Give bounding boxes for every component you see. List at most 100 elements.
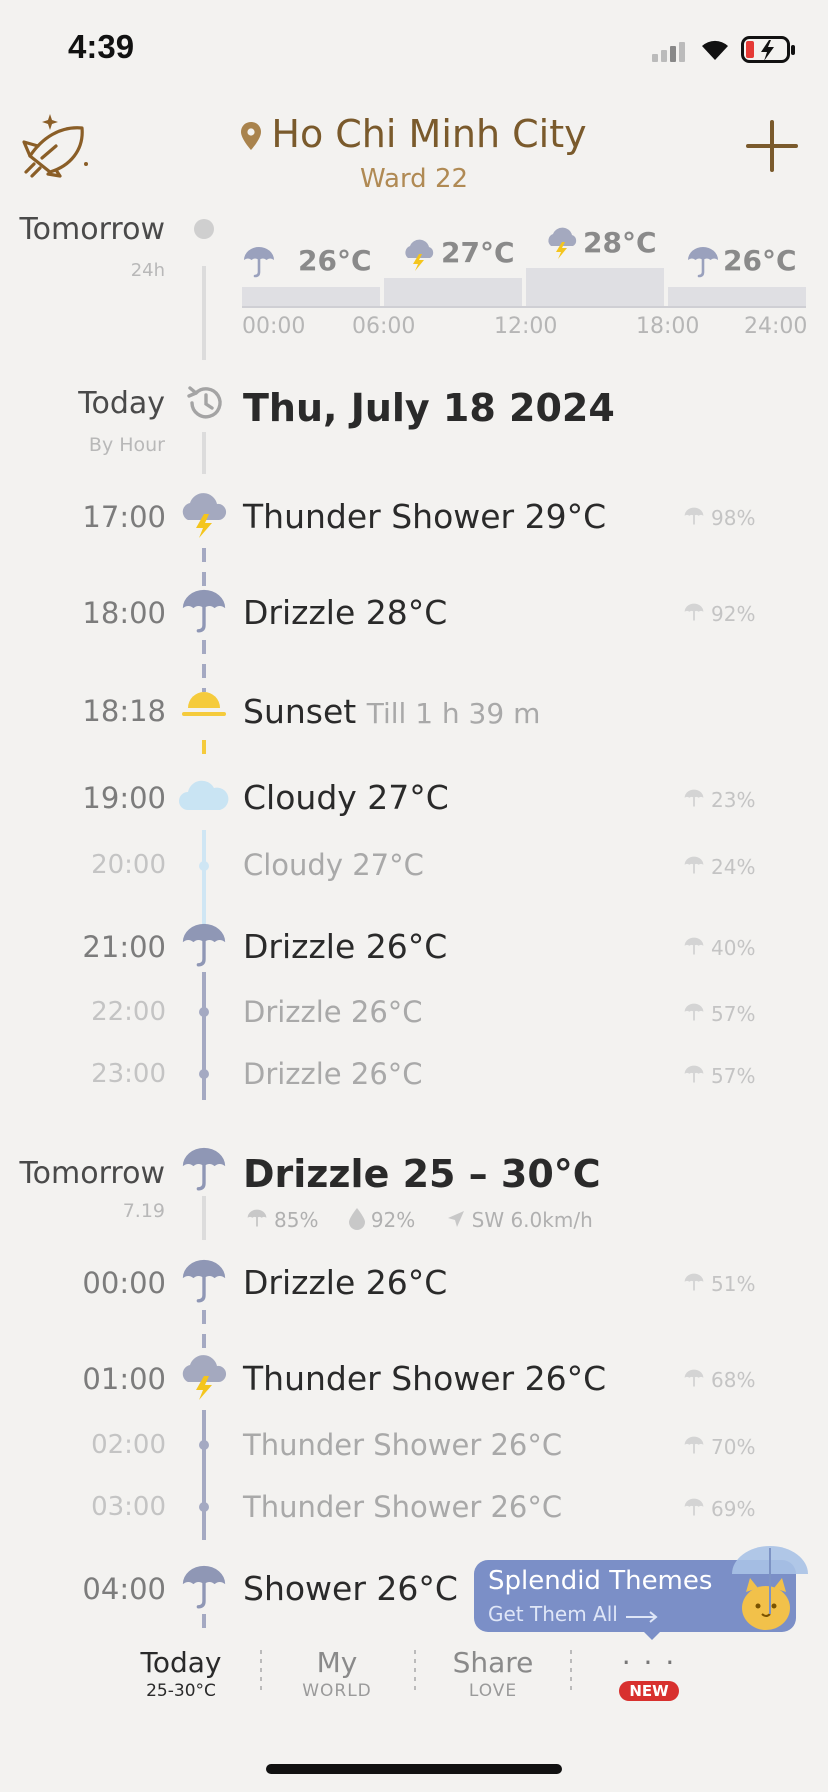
today-date: Thu, July 18 2024 [243, 386, 615, 430]
precip-chance: 98% [683, 506, 755, 532]
overview-temp-3: 28°C [583, 226, 657, 259]
signal-icon [652, 40, 692, 66]
sunset-icon [180, 690, 228, 724]
hour-time: 00:00 [82, 1266, 166, 1300]
axis-tick-3: 18:00 [636, 314, 700, 339]
nav-my-world[interactable]: My WORLD [262, 1646, 412, 1701]
umbrella-icon [683, 507, 705, 532]
hour-time: 19:00 [82, 781, 166, 815]
nav-today-label: Today [140, 1646, 222, 1679]
timeline-dot [199, 1502, 209, 1512]
home-indicator [266, 1764, 562, 1774]
precip-chance: 69% [683, 1497, 755, 1523]
hour-desc: Thunder Shower 29°C [243, 497, 607, 536]
hour-time: 03:00 [91, 1492, 166, 1522]
overview-temp-2: 27°C [441, 236, 515, 269]
timeline-dot [199, 861, 209, 871]
history-clock-icon[interactable] [184, 382, 226, 428]
nav-share-sub: LOVE [468, 1681, 518, 1701]
hour-time: 18:00 [82, 596, 166, 630]
hour-desc: Cloudy 27°C [243, 848, 424, 882]
cloudy-icon [178, 778, 230, 816]
hour-time: 21:00 [82, 930, 166, 964]
hour-time: 18:18 [82, 694, 166, 728]
hour-time: 20:00 [91, 850, 166, 880]
hour-desc: Drizzle 26°C [243, 1263, 448, 1302]
add-location-button[interactable] [746, 120, 798, 176]
wifi-icon [698, 36, 732, 66]
ward-label: Ward 22 [359, 164, 469, 194]
city-title[interactable]: Ho Chi Minh City [0, 112, 828, 159]
umbrella-icon [683, 1003, 705, 1028]
tomorrow-label: Tomorrow [19, 1156, 165, 1191]
nav-share-love[interactable]: Share LOVE [418, 1646, 568, 1701]
timeline-connector [202, 740, 206, 760]
hour-desc: Thunder Shower 26°C [243, 1490, 563, 1524]
arrow-right-icon [625, 1604, 658, 1628]
umbrella-icon [683, 856, 705, 881]
precip-chance: 92% [683, 602, 755, 628]
precip-chance: 40% [683, 936, 755, 962]
umbrella-icon [683, 789, 705, 814]
hour-desc: Thunder Shower 26°C [243, 1428, 563, 1462]
timeline-connector [202, 1310, 206, 1356]
precip-chance: 70% [683, 1435, 755, 1461]
nav-separator [570, 1650, 572, 1692]
timeline-connector [202, 1410, 206, 1540]
axis-tick-0: 00:00 [242, 314, 306, 339]
overview-temp-4: 26°C [723, 244, 797, 277]
nav-today-sub: 25-30°C [146, 1681, 216, 1701]
precip-chance: 68% [683, 1368, 755, 1394]
battery-icon [741, 36, 797, 68]
umbrella-drizzle-icon [180, 1146, 228, 1196]
hour-time: 23:00 [91, 1059, 166, 1089]
timeline-connector [202, 1196, 206, 1240]
nav-more[interactable]: · · · NEW [574, 1646, 724, 1701]
overview-bar-4 [668, 287, 806, 307]
timeline-connector [202, 1614, 206, 1638]
thunder-shower-icon [180, 1354, 228, 1406]
nav-today[interactable]: Today 25-30°C [106, 1646, 256, 1701]
nav-world-sub: WORLD [302, 1681, 372, 1701]
hour-desc: Drizzle 26°C [243, 1057, 423, 1091]
status-time: 4:39 [68, 28, 135, 65]
promo-pointer [642, 1630, 662, 1640]
timeline-dot [199, 1007, 209, 1017]
hour-desc: Sunset Till 1 h 39 m [243, 692, 541, 731]
timeline-connector [202, 432, 206, 474]
sunset-remaining: Till 1 h 39 m [366, 697, 541, 730]
timeline-dot [199, 1440, 209, 1450]
umbrella-icon [683, 1369, 705, 1394]
precip-chance: 24% [683, 855, 755, 881]
wind-direction-icon [446, 1209, 466, 1234]
overview-storm-icon-3 [545, 226, 579, 264]
city-name: Ho Chi Minh City [271, 112, 587, 156]
overview-rain-icon-1 [242, 246, 276, 282]
location-pin-icon [241, 115, 262, 159]
umbrella-shower-icon [180, 1564, 228, 1614]
umbrella-drizzle-icon [180, 1258, 228, 1308]
tomorrow-date: 7.19 [122, 1200, 165, 1222]
hour-time: 17:00 [82, 500, 166, 534]
tomorrow-details: 85% 92% SW 6.0km/h [246, 1208, 593, 1235]
promo-title: Splendid Themes [488, 1566, 713, 1596]
hour-time: 04:00 [82, 1572, 166, 1606]
hour-desc: Drizzle 26°C [243, 995, 423, 1029]
hour-desc: Drizzle 26°C [243, 927, 448, 966]
axis-tick-2: 12:00 [494, 314, 558, 339]
timeline-connector [202, 640, 206, 692]
overview-label: Tomorrow [19, 212, 165, 247]
more-dots-icon: · · · [621, 1646, 677, 1679]
today-sub: By Hour [88, 434, 165, 456]
hour-desc: Shower 26°C [243, 1569, 458, 1608]
overview-bar-1 [242, 287, 380, 307]
timeline-dot [194, 219, 214, 239]
hour-desc: Cloudy 27°C [243, 778, 449, 817]
overview-storm-icon-2 [402, 238, 436, 276]
hour-time: 02:00 [91, 1430, 166, 1460]
hour-desc: Drizzle 28°C [243, 593, 448, 632]
overview-bar-2 [384, 278, 522, 307]
overview-temp-1: 26°C [298, 244, 372, 277]
humidity-drop-icon [348, 1208, 365, 1235]
overview-rain-icon-4 [686, 246, 720, 282]
